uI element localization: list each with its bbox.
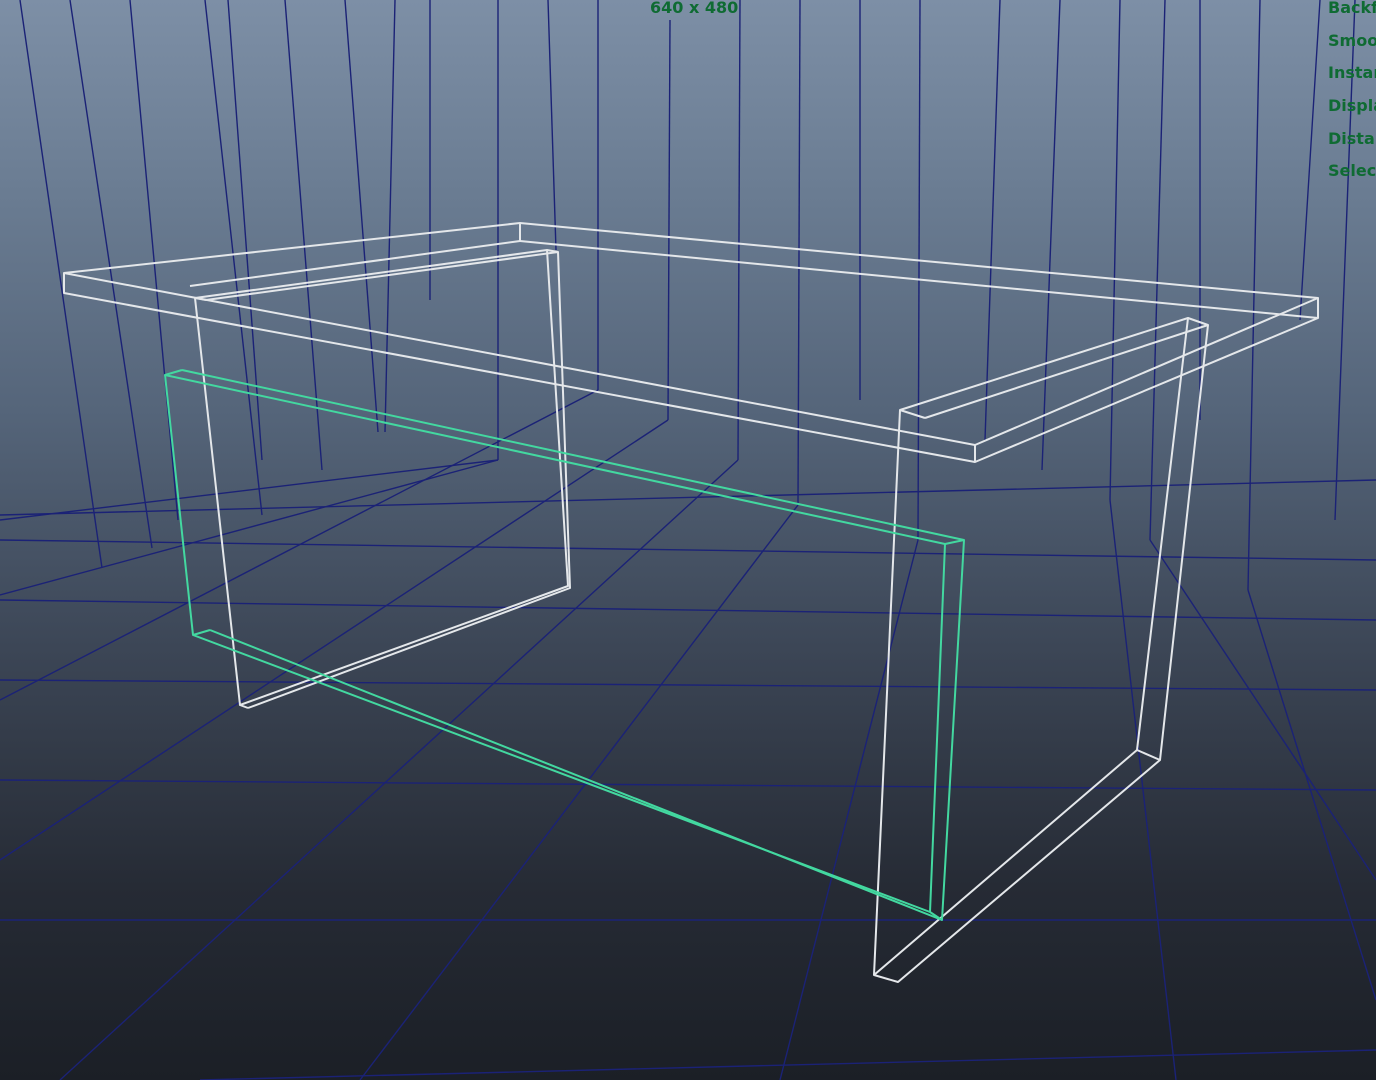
heads-up-display-list: Backf Smoo Instar Displa Distar Selec (1328, 0, 1376, 188)
maya-perspective-viewport[interactable]: 640 x 480 Backf Smoo Instar Displa Dista… (0, 0, 1376, 1080)
hud-item: Backf (1328, 0, 1376, 25)
hud-instance-label: Instar (1328, 63, 1376, 83)
hud-backface-label: Backf (1328, 0, 1376, 17)
hud-display-label: Displa (1328, 96, 1376, 116)
resolution-gate-label: 640 x 480 (650, 0, 739, 17)
hud-item: Instar (1328, 57, 1376, 90)
viewport-scene[interactable] (0, 0, 1376, 1080)
hud-distance-label: Distar (1328, 128, 1376, 148)
selected-back-panel-mesh[interactable] (164, 369, 965, 921)
hud-item: Smoo (1328, 25, 1376, 58)
hud-item: Distar (1328, 123, 1376, 156)
table-wireframe[interactable] (63, 222, 1319, 983)
hud-smoothness-label: Smoo (1328, 30, 1376, 50)
hud-selection-label: Selec (1328, 161, 1376, 181)
hud-item: Selec (1328, 155, 1376, 188)
hud-item: Displa (1328, 90, 1376, 123)
floor-grid (0, 0, 1376, 1080)
